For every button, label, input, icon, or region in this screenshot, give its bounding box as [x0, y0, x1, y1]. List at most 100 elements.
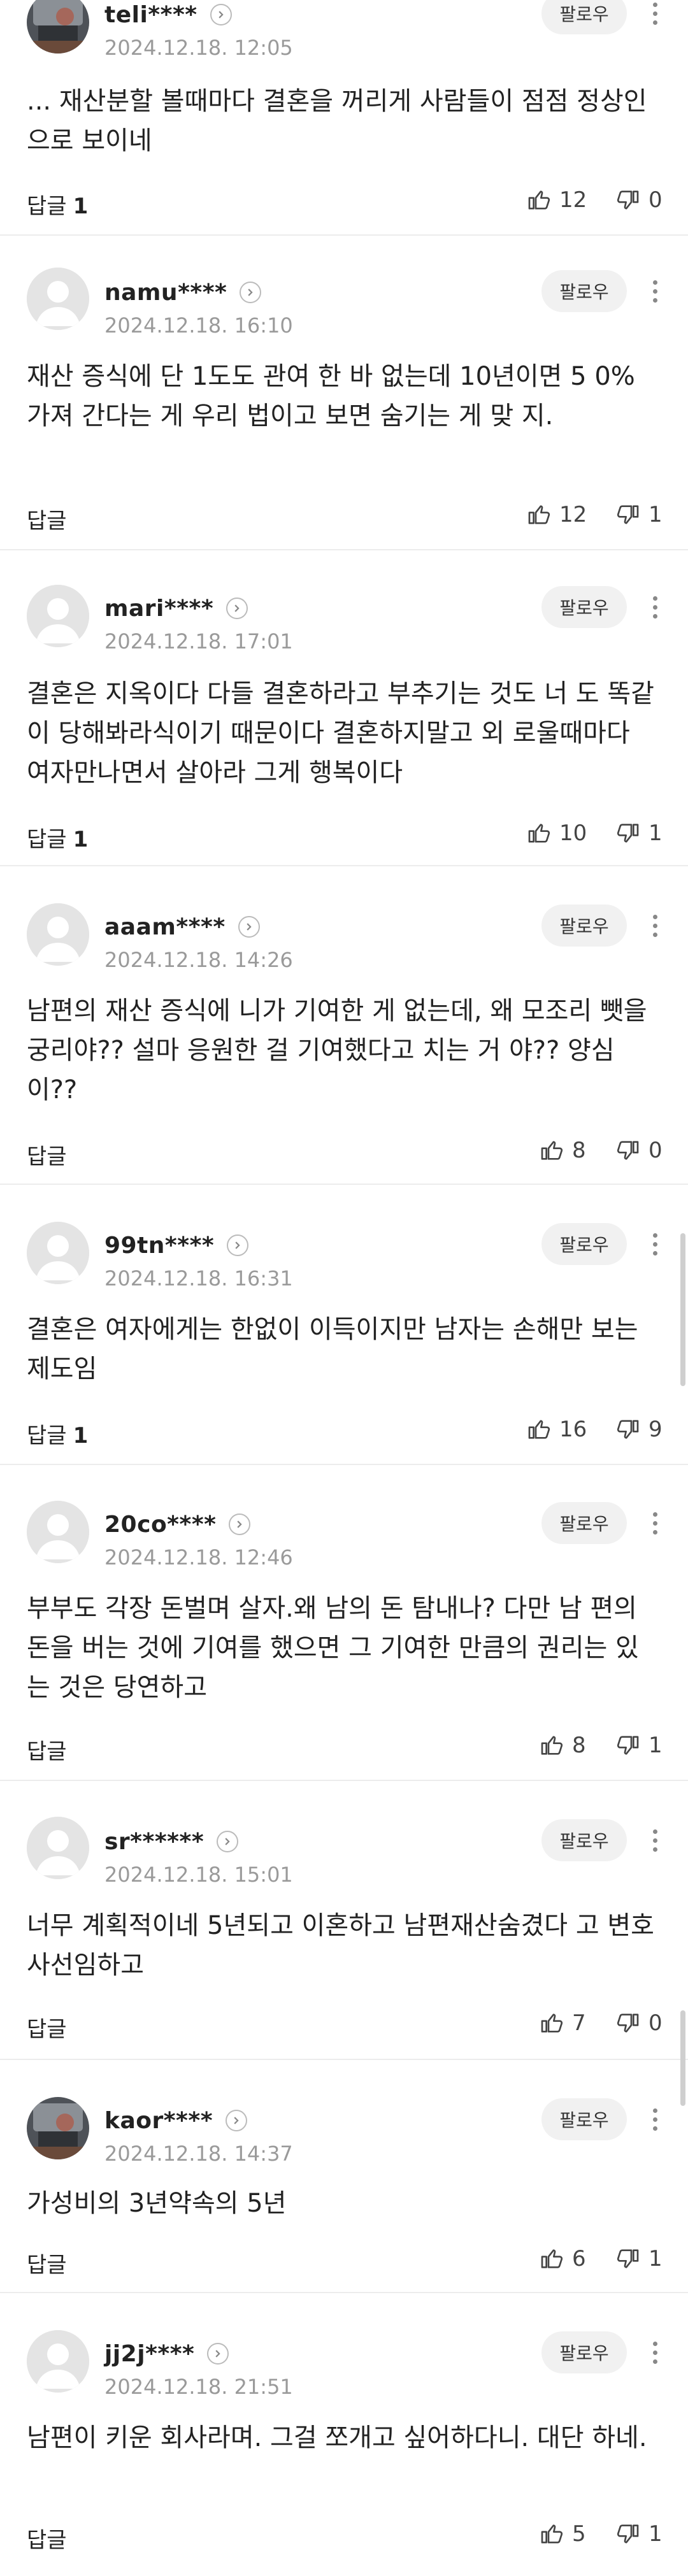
like-count: 12	[559, 502, 587, 527]
chevron-right-icon[interactable]	[240, 282, 262, 303]
default-avatar-icon[interactable]	[27, 1222, 89, 1284]
follow-button[interactable]: 팔로우	[541, 1502, 627, 1544]
more-options-icon[interactable]	[642, 1819, 668, 1861]
dislike-button[interactable]: 1	[615, 820, 663, 846]
dislike-button[interactable]: 1	[615, 2246, 663, 2272]
nickname[interactable]: mari****	[104, 596, 213, 622]
default-avatar-icon[interactable]	[27, 1501, 89, 1563]
reply-button[interactable]: 답글 1	[27, 1418, 88, 1449]
dislike-count: 1	[649, 2246, 663, 2272]
more-options-icon[interactable]	[642, 2098, 668, 2140]
dislike-button[interactable]: 9	[615, 1417, 663, 1442]
reply-button[interactable]: 답글	[27, 2247, 67, 2279]
nickname-row: teli****	[104, 0, 232, 31]
reply-button[interactable]: 답글	[27, 1734, 67, 1765]
reply-button[interactable]: 답글 1	[27, 822, 88, 853]
follow-button[interactable]: 팔로우	[541, 586, 627, 628]
thumbs-down-icon	[615, 820, 649, 846]
chevron-right-icon[interactable]	[226, 597, 248, 619]
reply-button[interactable]: 답글	[27, 503, 67, 534]
default-avatar-icon[interactable]	[27, 268, 89, 330]
like-button[interactable]: 12	[526, 187, 587, 213]
user-photo-avatar[interactable]	[27, 0, 89, 54]
thumbs-up-icon	[526, 1417, 559, 1442]
chevron-right-icon[interactable]	[229, 1513, 251, 1535]
like-count: 5	[572, 2521, 586, 2547]
user-photo-avatar[interactable]	[27, 2097, 89, 2159]
follow-button[interactable]: 팔로우	[541, 0, 627, 34]
default-avatar-icon[interactable]	[27, 585, 89, 647]
nickname-row: 20co****	[104, 1508, 251, 1540]
dislike-count: 0	[649, 2010, 663, 2036]
default-avatar-icon[interactable]	[27, 903, 89, 966]
more-options-icon[interactable]	[642, 2331, 668, 2373]
nickname[interactable]: 20co****	[104, 1512, 216, 1538]
like-button[interactable]: 7	[539, 2010, 586, 2036]
nickname-row: sr******	[104, 1826, 239, 1857]
dislike-button[interactable]: 1	[615, 502, 663, 527]
default-avatar-icon[interactable]	[27, 1817, 89, 1879]
more-options-icon[interactable]	[642, 586, 668, 628]
comment-divider	[0, 2292, 688, 2293]
dislike-button[interactable]: 0	[615, 2010, 663, 2036]
like-button[interactable]: 10	[526, 820, 587, 846]
comment-text: 재산 증식에 단 1도도 관여 한 바 없는데 10년이면 5 0% 가져 간다…	[27, 362, 643, 431]
follow-button[interactable]: 팔로우	[541, 1819, 627, 1861]
scrollbar-thumb[interactable]	[680, 1233, 685, 1386]
nickname[interactable]: namu****	[104, 280, 227, 306]
thumbs-up-icon	[539, 2010, 572, 2036]
like-button[interactable]: 5	[539, 2521, 586, 2547]
more-options-icon[interactable]	[642, 0, 668, 34]
like-button[interactable]: 8	[539, 1733, 586, 1758]
reply-button[interactable]: 답글 1	[27, 189, 88, 220]
more-options-icon[interactable]	[642, 270, 668, 312]
dislike-count: 1	[649, 502, 663, 527]
more-options-icon[interactable]	[642, 1223, 668, 1265]
chevron-right-icon[interactable]	[207, 2343, 229, 2365]
chevron-right-icon[interactable]	[227, 1234, 249, 1256]
follow-button[interactable]: 팔로우	[541, 270, 627, 312]
like-button[interactable]: 16	[526, 1417, 587, 1442]
dislike-button[interactable]: 1	[615, 1733, 663, 1758]
nickname-row: mari****	[104, 592, 248, 624]
comment-date: 2024.12.18. 14:26	[104, 948, 293, 972]
dislike-button[interactable]: 0	[615, 1138, 663, 1163]
more-options-icon[interactable]	[642, 1502, 668, 1544]
like-button[interactable]: 8	[539, 1138, 586, 1163]
chevron-right-icon[interactable]	[238, 916, 260, 938]
chevron-right-icon[interactable]	[210, 4, 232, 25]
dislike-count: 9	[649, 1417, 663, 1442]
thumbs-up-icon	[526, 502, 559, 527]
comment-date: 2024.12.18. 21:51	[104, 2375, 293, 2399]
like-button[interactable]: 6	[539, 2246, 586, 2272]
nickname[interactable]: teli****	[104, 2, 197, 28]
thumbs-up-icon	[539, 1733, 572, 1758]
nickname[interactable]: jj2j****	[104, 2341, 194, 2367]
comment-date: 2024.12.18. 14:37	[104, 2142, 293, 2166]
comment-text: 너무 계획적이네 5년되고 이혼하고 남편재산숨겼다 고 변호사선임하고	[27, 1911, 654, 1980]
dislike-button[interactable]: 1	[615, 2521, 663, 2547]
default-avatar-icon[interactable]	[27, 2330, 89, 2393]
follow-button[interactable]: 팔로우	[541, 1223, 627, 1265]
nickname[interactable]: aaam****	[104, 914, 226, 940]
nickname[interactable]: kaor****	[104, 2108, 213, 2134]
like-button[interactable]: 12	[526, 502, 587, 527]
reply-label: 답글	[27, 194, 67, 219]
follow-button[interactable]: 팔로우	[541, 905, 627, 947]
reply-button[interactable]: 답글	[27, 2012, 67, 2043]
comment-text: 결혼은 여자에게는 한없이 이득이지만 남자는 손해만 보는 제도임	[27, 1315, 647, 1384]
follow-button[interactable]: 팔로우	[541, 2331, 627, 2373]
reply-button[interactable]: 답글	[27, 1139, 67, 1170]
scrollbar-thumb-2[interactable]	[680, 2010, 685, 2106]
chevron-right-icon[interactable]	[226, 2110, 248, 2131]
more-options-icon[interactable]	[642, 905, 668, 947]
nickname[interactable]: sr******	[104, 1829, 204, 1855]
follow-button[interactable]: 팔로우	[541, 2098, 627, 2140]
dislike-button[interactable]: 0	[615, 187, 663, 213]
dislike-count: 0	[649, 187, 663, 213]
chevron-right-icon[interactable]	[217, 1831, 239, 1852]
nickname-row: kaor****	[104, 2105, 248, 2136]
comment-divider	[0, 234, 688, 236]
reply-button[interactable]: 답글	[27, 2522, 67, 2554]
nickname[interactable]: 99tn****	[104, 1233, 214, 1259]
